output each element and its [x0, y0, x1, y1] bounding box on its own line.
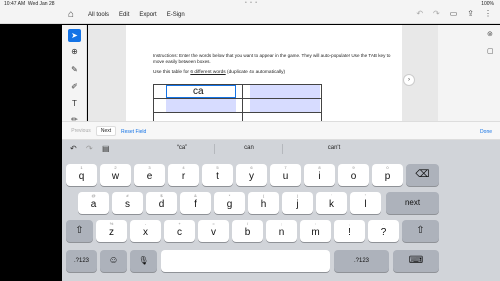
key-k[interactable]: ' k	[316, 192, 347, 214]
collapse-chevron-icon[interactable]: ›	[403, 74, 415, 86]
key-s[interactable]: # s	[112, 192, 143, 214]
pdf-page: Instructions: Enter the words below that…	[126, 25, 402, 124]
undo-icon[interactable]: ↶	[70, 144, 77, 153]
words-table: ca	[153, 84, 322, 124]
key-m[interactable]: :m	[300, 220, 331, 242]
key-c[interactable]: + c	[164, 220, 195, 242]
form-nav-bar: Previous Next Reset Field Done	[62, 121, 500, 140]
word-field[interactable]	[166, 99, 236, 112]
redo-icon[interactable]: ↷	[86, 144, 93, 153]
multitask-dots[interactable]: • • •	[245, 0, 258, 6]
key-exclamation[interactable]: ,!	[334, 220, 365, 242]
suggestion-item[interactable]: “ca”	[152, 145, 212, 151]
table-instruction: Use this table for 6 different words (du…	[153, 70, 286, 75]
suggestion-item[interactable]: can	[219, 145, 279, 151]
key-g[interactable]: * g	[214, 192, 245, 214]
key-n[interactable]: ; n	[266, 220, 297, 242]
word-field-active[interactable]: ca	[166, 85, 236, 98]
key-i[interactable]: 8i	[304, 164, 335, 186]
add-comment-icon[interactable]: ⊕	[68, 45, 81, 58]
top-menu: All tools Edit Export E-Sign	[88, 12, 185, 18]
menu-edit[interactable]: Edit	[119, 12, 129, 18]
dictation-mic-key[interactable]: 🎙	[130, 250, 157, 272]
key-b[interactable]: / b	[232, 220, 263, 242]
share-icon[interactable]: ⇪	[467, 9, 474, 18]
key-z[interactable]: % z	[96, 220, 127, 242]
text-icon[interactable]: T	[68, 97, 81, 110]
more-icon[interactable]: ⋮	[484, 9, 492, 18]
draw-pen-icon[interactable]: ✐	[68, 80, 81, 93]
right-rail: ⊚ ▢	[438, 25, 500, 121]
home-icon[interactable]: ⌂	[68, 9, 74, 20]
key-v[interactable]: = v	[198, 220, 229, 242]
key-h[interactable]: (h	[248, 192, 279, 214]
delete-key[interactable]: ⌫	[406, 164, 439, 186]
redo-icon[interactable]: ↷	[433, 9, 440, 18]
key-j[interactable]: ) j	[282, 192, 313, 214]
key-o[interactable]: 9o	[338, 164, 369, 186]
next-return-key[interactable]: next	[386, 192, 439, 214]
comment-icon[interactable]: ▭	[450, 9, 458, 18]
suggestion-divider	[282, 144, 283, 154]
paste-icon[interactable]: ▤	[102, 144, 110, 153]
highlight-pen-icon[interactable]: ✎	[68, 63, 81, 76]
table-divider	[154, 98, 321, 99]
reset-field-button[interactable]: Reset Field	[121, 129, 146, 135]
comment-bubble-icon[interactable]: ▢	[487, 47, 494, 55]
key-u[interactable]: 7u	[270, 164, 301, 186]
menu-export[interactable]: Export	[139, 12, 156, 18]
onscreen-keyboard: ↶ ↷ ▤ “ca” can can't 1q 2w 3e 4r 5t 6y 7…	[62, 140, 500, 281]
word-field[interactable]	[250, 99, 320, 112]
select-arrow-icon[interactable]: ➤	[68, 29, 81, 42]
key-a[interactable]: @ a	[78, 192, 109, 214]
table-divider	[242, 85, 243, 123]
menu-esign[interactable]: E-Sign	[167, 12, 185, 18]
key-d[interactable]: $ d	[146, 192, 177, 214]
undo-icon[interactable]: ↶	[416, 9, 423, 18]
suggestion-divider	[214, 144, 215, 154]
numbers-key[interactable]: .?123	[66, 250, 97, 272]
key-question[interactable]: .?	[368, 220, 399, 242]
menu-all-tools[interactable]: All tools	[88, 12, 109, 18]
status-bar: 10:47 AM Wed Jan 28 • • • 100%	[0, 0, 500, 7]
key-p[interactable]: 0p	[372, 164, 403, 186]
emoji-key[interactable]: ☺	[100, 250, 127, 272]
suggestion-item[interactable]: can't	[304, 145, 364, 151]
status-battery: 100%	[481, 0, 494, 7]
instructions-text: Instructions: Enter the words below that…	[153, 53, 391, 64]
suggestion-bar: ↶ ↷ ▤ “ca” can can't	[62, 140, 500, 158]
key-e[interactable]: 3e	[134, 164, 165, 186]
shift-right-key[interactable]: ⇧	[402, 220, 439, 242]
key-q[interactable]: 1q	[66, 164, 97, 186]
key-x[interactable]: -x	[130, 220, 161, 242]
app-toolbar: ⌂ All tools Edit Export E-Sign ↶ ↷ ▭ ⇪ ⋮	[0, 7, 500, 24]
numbers-key[interactable]: .?123	[334, 250, 389, 272]
toolbar-icons: ↶ ↷ ▭ ⇪ ⋮	[416, 9, 492, 18]
space-bar[interactable]	[161, 250, 330, 272]
hide-keyboard-key[interactable]: ⌨	[393, 250, 439, 272]
key-f[interactable]: & f	[180, 192, 211, 214]
key-w[interactable]: 2w	[100, 164, 131, 186]
document-viewport[interactable]: Instructions: Enter the words below that…	[88, 25, 438, 124]
left-tool-rail: ➤ ⊕ ✎ ✐ T ✏	[62, 25, 87, 124]
key-t[interactable]: 5t	[202, 164, 233, 186]
shift-left-key[interactable]: ⇧	[66, 220, 93, 242]
done-button[interactable]: Done	[480, 129, 492, 135]
table-divider	[154, 112, 321, 113]
previous-field-button[interactable]: Previous	[68, 126, 94, 136]
key-l[interactable]: " l	[350, 192, 381, 214]
key-r[interactable]: 4r	[168, 164, 199, 186]
key-y[interactable]: 6y	[236, 164, 267, 186]
layers-icon[interactable]: ⊚	[487, 30, 493, 38]
next-field-button[interactable]: Next	[96, 126, 116, 136]
status-time: 10:47 AM Wed Jan 28	[4, 0, 55, 7]
word-field[interactable]	[250, 85, 320, 98]
